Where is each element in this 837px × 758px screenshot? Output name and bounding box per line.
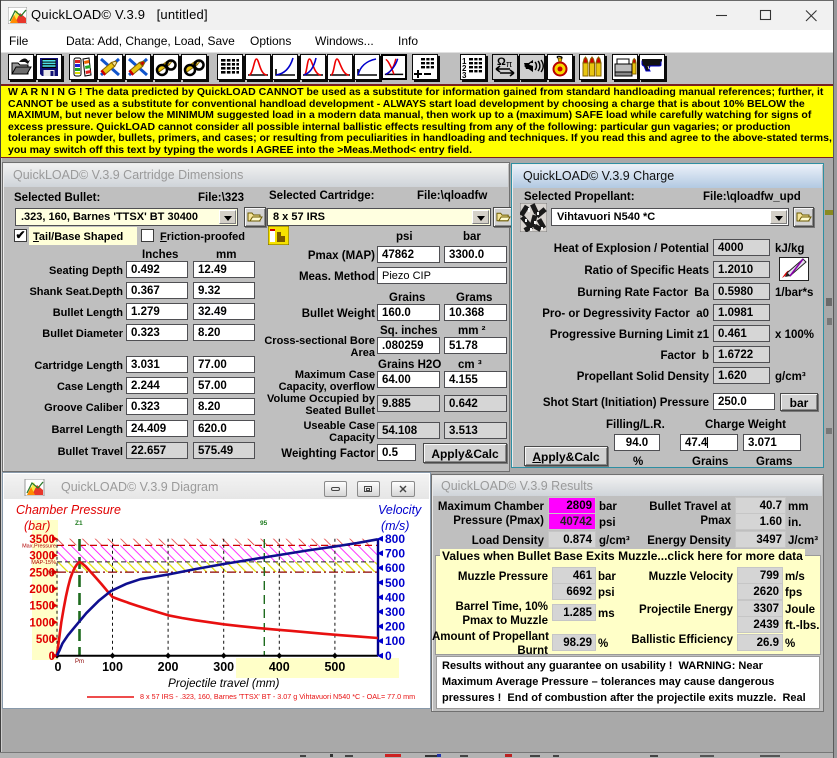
svg-text:MAP-15%: MAP-15% (31, 560, 56, 566)
svg-text:Velocity: Velocity (378, 503, 422, 517)
svg-text:Ω: Ω (497, 56, 506, 68)
svg-text:Max.Pressure: Max.Pressure (22, 544, 56, 550)
svg-text:Pm: Pm (75, 659, 84, 665)
svg-text:0: 0 (385, 649, 392, 663)
svg-text:400: 400 (269, 660, 290, 674)
svg-text:2000: 2000 (29, 584, 55, 596)
svg-text:Projectile travel (mm): Projectile travel (mm) (168, 676, 280, 690)
svg-text:200: 200 (385, 620, 405, 634)
svg-text:8 x 57 IRS - .323, 160, Barnes: 8 x 57 IRS - .323, 160, Barnes 'TTSX' BT… (140, 692, 415, 701)
svg-text:400: 400 (385, 590, 405, 604)
svg-text:(m/s): (m/s) (381, 519, 409, 533)
svg-text:MA: MA (48, 571, 57, 577)
svg-text:500: 500 (324, 660, 345, 674)
svg-text:1500: 1500 (29, 601, 55, 613)
svg-text:600: 600 (385, 561, 405, 575)
svg-text:200: 200 (158, 660, 179, 674)
svg-text:3: 3 (462, 71, 467, 79)
svg-text:500: 500 (385, 576, 405, 590)
svg-text:π: π (506, 59, 512, 69)
svg-text:0: 0 (55, 660, 62, 674)
svg-text:(bar): (bar) (24, 519, 50, 533)
svg-text:100: 100 (385, 634, 405, 648)
svg-text:500: 500 (36, 634, 55, 646)
svg-text:800: 800 (385, 532, 405, 546)
svg-text:Z1: Z1 (75, 520, 83, 527)
svg-text:300: 300 (213, 660, 234, 674)
svg-text:100: 100 (102, 660, 123, 674)
svg-text:300: 300 (385, 605, 405, 619)
svg-text:95: 95 (260, 520, 268, 527)
svg-text:Chamber Pressure: Chamber Pressure (16, 503, 121, 517)
svg-text:700: 700 (385, 547, 405, 561)
svg-text:1000: 1000 (29, 617, 55, 629)
